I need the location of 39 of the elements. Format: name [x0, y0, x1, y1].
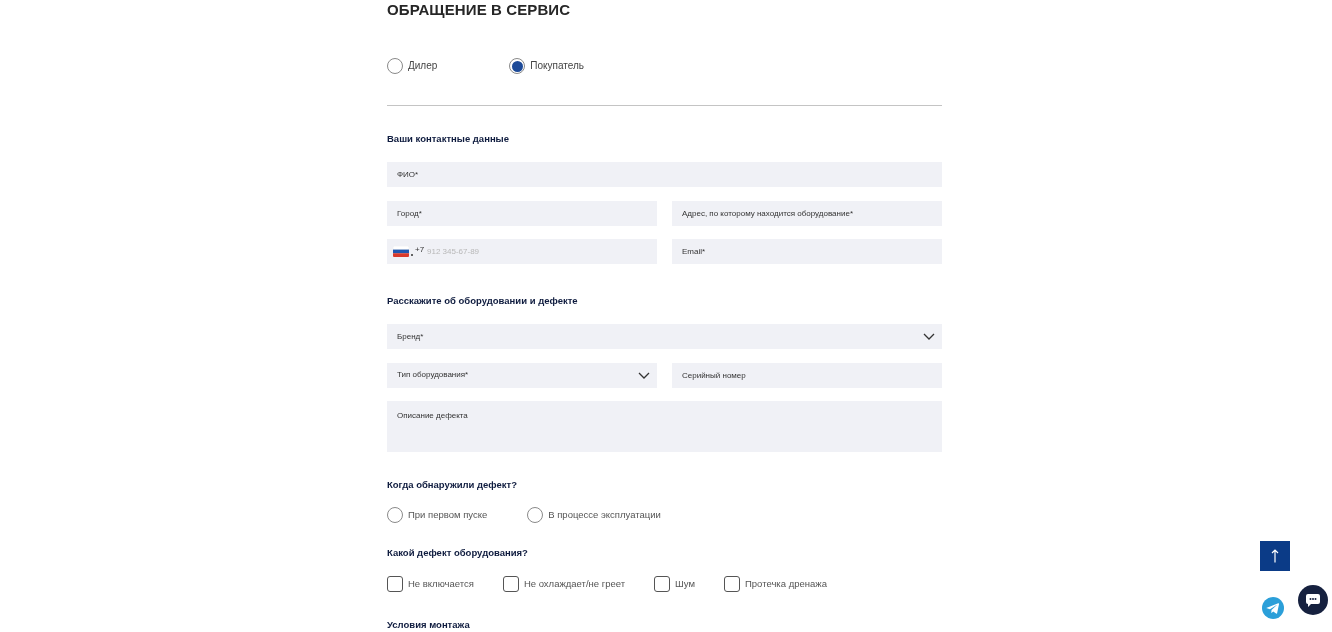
option-label[interactable]: Дилер [408, 60, 438, 72]
option-label[interactable]: Покупатель [530, 60, 585, 72]
input-field[interactable]: Серийный номер [672, 362, 942, 388]
option-label[interactable]: При первом пуске [408, 509, 488, 521]
section-heading: Ваши контактные данные [387, 133, 509, 145]
option-label[interactable]: В процессе эксплуатации [548, 509, 661, 521]
select-field[interactable]: Тип оборудования* [387, 362, 657, 388]
radio-button[interactable] [509, 58, 526, 74]
country-code: +7 [415, 245, 425, 255]
chat-button[interactable] [1298, 585, 1328, 615]
select-field[interactable]: Бренд* [387, 324, 942, 349]
radio-button[interactable] [527, 507, 544, 523]
input-field[interactable]: ФИО* [387, 162, 942, 187]
chevron-down-icon [923, 333, 935, 340]
scroll-top-button[interactable] [1260, 541, 1290, 571]
chevron-down-icon [638, 371, 650, 379]
input-field[interactable]: Email* [672, 239, 942, 264]
checkbox[interactable] [724, 576, 740, 592]
arrow-up-icon [1271, 549, 1279, 563]
form-title: ОБРАЩЕНИЕ В СЕРВИС [387, 0, 571, 20]
section-heading: Какой дефект оборудования? [387, 547, 528, 559]
input-field[interactable]: Адрес, по которому находится оборудование* [672, 200, 942, 226]
option-label[interactable]: Не включается [408, 578, 474, 590]
checkbox[interactable] [654, 576, 671, 592]
paper-plane-icon[interactable] [1262, 597, 1284, 619]
section-heading: Когда обнаружили дефект? [387, 479, 517, 491]
textarea-field[interactable]: Описание дефекта [387, 401, 942, 452]
option-label[interactable]: Не охлаждает/не греет [523, 578, 626, 590]
flag-icon [393, 246, 409, 257]
input-field[interactable]: Город* [387, 200, 657, 226]
section-heading: Условия монтажа [387, 619, 470, 631]
chat-bubble-icon [1306, 593, 1320, 607]
option-label[interactable]: Шум [675, 578, 695, 590]
option-label[interactable]: Протечка дренажа [745, 578, 827, 590]
section-heading: Расскажите об оборудовании и дефекте [387, 295, 578, 307]
checkbox[interactable] [387, 576, 403, 592]
checkbox[interactable] [502, 576, 519, 592]
radio-button[interactable] [387, 58, 403, 74]
radio-button[interactable] [387, 507, 403, 523]
